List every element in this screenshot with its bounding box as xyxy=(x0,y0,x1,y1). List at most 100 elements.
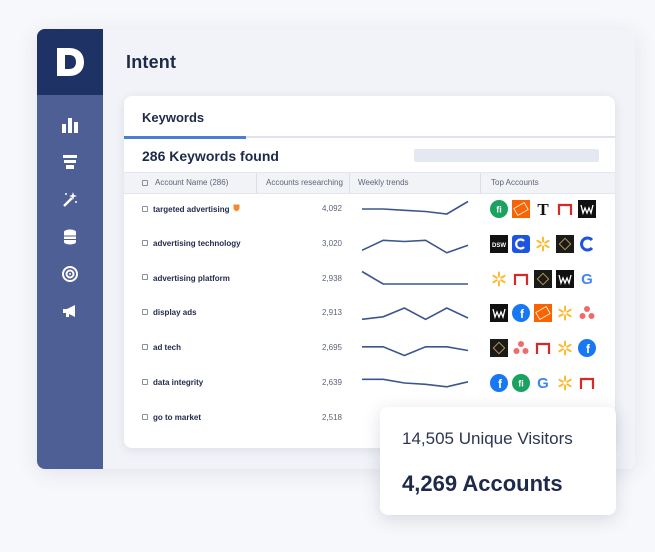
nav-database[interactable] xyxy=(58,225,82,249)
walmart-logo-icon[interactable] xyxy=(534,235,552,253)
arch-logo-icon[interactable] xyxy=(512,270,530,288)
keyword-label: advertising platform xyxy=(153,273,230,283)
asana-logo-icon[interactable] xyxy=(512,339,530,357)
ray-ban-logo-icon[interactable] xyxy=(556,234,574,253)
keyword-name[interactable]: ad tech xyxy=(142,343,181,352)
row-checkbox[interactable] xyxy=(142,378,148,385)
top-accounts-logos: f fi G xyxy=(490,374,596,392)
select-all-checkbox[interactable] xyxy=(142,179,148,186)
walmart-logo-icon[interactable] xyxy=(556,374,574,392)
svg-text:G: G xyxy=(537,375,549,392)
tab-keywords[interactable]: Keywords xyxy=(142,110,204,125)
header-weekly-trends[interactable]: Weekly trends xyxy=(358,173,409,193)
d-logo-icon xyxy=(57,48,84,76)
nyt-logo-icon[interactable]: T xyxy=(534,200,552,218)
home-depot-logo-icon[interactable] xyxy=(512,200,530,218)
trend-line xyxy=(362,346,469,357)
svg-text:T: T xyxy=(537,200,549,218)
weekly-trend-sparkline xyxy=(361,270,468,285)
brand-logo[interactable] xyxy=(37,29,103,95)
svg-text:fi: fi xyxy=(518,379,524,389)
google-logo-icon[interactable]: G xyxy=(578,270,596,288)
keyword-name[interactable]: advertising technology xyxy=(142,239,241,248)
facebook-logo-icon[interactable]: f xyxy=(578,339,596,358)
table-row[interactable]: advertising technology 3,020 DSW xyxy=(124,229,615,264)
weekly-trend-sparkline xyxy=(361,239,469,254)
arch-logo-icon[interactable] xyxy=(534,339,552,357)
walmart-logo-icon[interactable] xyxy=(556,339,574,357)
keyword-name[interactable]: targeted advertising xyxy=(142,204,240,214)
accounts-researching-count: 2,695 xyxy=(321,343,342,353)
weekly-trend-sparkline xyxy=(361,307,469,321)
keyword-label: targeted advertising xyxy=(153,205,230,214)
nav-target[interactable] xyxy=(58,262,82,286)
wwe-logo-icon[interactable] xyxy=(490,304,508,323)
facebook-logo-icon[interactable]: f xyxy=(490,374,508,392)
keywords-found-count: 286 Keywords found xyxy=(142,148,279,164)
sidebar xyxy=(37,29,103,469)
walmart-logo-icon[interactable] xyxy=(556,304,574,322)
row-checkbox[interactable] xyxy=(142,344,148,351)
svg-text:DSW: DSW xyxy=(492,243,506,249)
top-accounts-logos: DSW xyxy=(490,234,596,253)
magic-wand-icon xyxy=(63,192,77,207)
nav-analytics[interactable] xyxy=(58,113,82,137)
search-input[interactable] xyxy=(414,149,599,162)
table-row[interactable]: ad tech 2,695 f xyxy=(124,333,615,368)
database-icon xyxy=(64,229,76,245)
accounts-researching-count: 2,938 xyxy=(321,273,342,283)
asana-logo-icon[interactable] xyxy=(578,304,596,322)
keyword-name[interactable]: data integrity xyxy=(142,378,203,387)
keyword-name[interactable]: advertising platform xyxy=(142,274,230,283)
home-depot-logo-icon[interactable] xyxy=(534,304,552,323)
row-checkbox[interactable] xyxy=(142,205,148,212)
header-accounts-researching[interactable]: Accounts researching xyxy=(266,173,343,193)
summary-card: 14,505 Unique Visitors 4,269 Accounts xyxy=(380,407,616,515)
top-accounts-logos: f xyxy=(490,304,596,323)
row-checkbox[interactable] xyxy=(142,239,148,246)
column-divider xyxy=(349,173,350,193)
coupa-logo-icon[interactable] xyxy=(512,234,530,253)
dsw-logo-icon[interactable]: DSW xyxy=(490,234,508,253)
table-row[interactable]: targeted advertising 4,092 fi T xyxy=(124,194,615,229)
weekly-trend-sparkline xyxy=(362,378,469,388)
row-checkbox[interactable] xyxy=(142,309,148,316)
fi-logo-icon[interactable]: fi xyxy=(490,200,508,218)
nav-campaigns[interactable] xyxy=(58,299,82,323)
trend-line xyxy=(361,307,469,321)
keyword-label: advertising technology xyxy=(153,238,241,248)
nav-magic[interactable] xyxy=(58,187,82,211)
tab-active-indicator xyxy=(124,136,246,139)
table-row[interactable]: advertising platform 2,938 G xyxy=(124,264,615,299)
keyword-name[interactable]: display ads xyxy=(142,308,197,317)
bar-chart-icon xyxy=(62,118,78,133)
table-row[interactable]: display ads 2,913 f xyxy=(124,298,615,333)
funnel-icon xyxy=(63,155,77,169)
table-row[interactable]: data integrity 2,639 f fi G xyxy=(124,368,615,403)
arch-logo-icon[interactable] xyxy=(556,200,574,218)
google-logo-icon[interactable]: G xyxy=(534,374,552,392)
weekly-trend-sparkline xyxy=(362,200,469,215)
fi-logo-icon[interactable]: fi xyxy=(512,374,530,392)
accounts-researching-count: 2,913 xyxy=(321,308,342,318)
wwe-logo-icon[interactable] xyxy=(556,269,574,288)
row-checkbox[interactable] xyxy=(142,274,148,281)
header-account-name[interactable]: Account Name (286) xyxy=(142,173,228,193)
ray-ban-logo-icon[interactable] xyxy=(490,339,508,358)
accounts-researching-count: 4,092 xyxy=(321,204,342,213)
table-header: Account Name (286) Accounts researching … xyxy=(124,172,615,194)
target-icon xyxy=(62,266,78,282)
nav-funnel[interactable] xyxy=(58,150,82,174)
coupa-alt-logo-icon[interactable] xyxy=(578,235,596,253)
wwe-logo-icon[interactable] xyxy=(578,200,596,218)
keyword-label: go to market xyxy=(153,412,202,422)
facebook-logo-icon[interactable]: f xyxy=(512,304,530,323)
header-top-accounts[interactable]: Top Accounts xyxy=(491,173,539,193)
arch-logo-icon[interactable] xyxy=(578,374,596,392)
keyword-name[interactable]: go to market xyxy=(142,413,201,422)
row-checkbox[interactable] xyxy=(142,413,148,420)
page-title: Intent xyxy=(126,52,177,72)
walmart-logo-icon[interactable] xyxy=(490,270,508,288)
svg-text:fi: fi xyxy=(496,205,502,215)
ray-ban-logo-icon[interactable] xyxy=(534,269,552,288)
